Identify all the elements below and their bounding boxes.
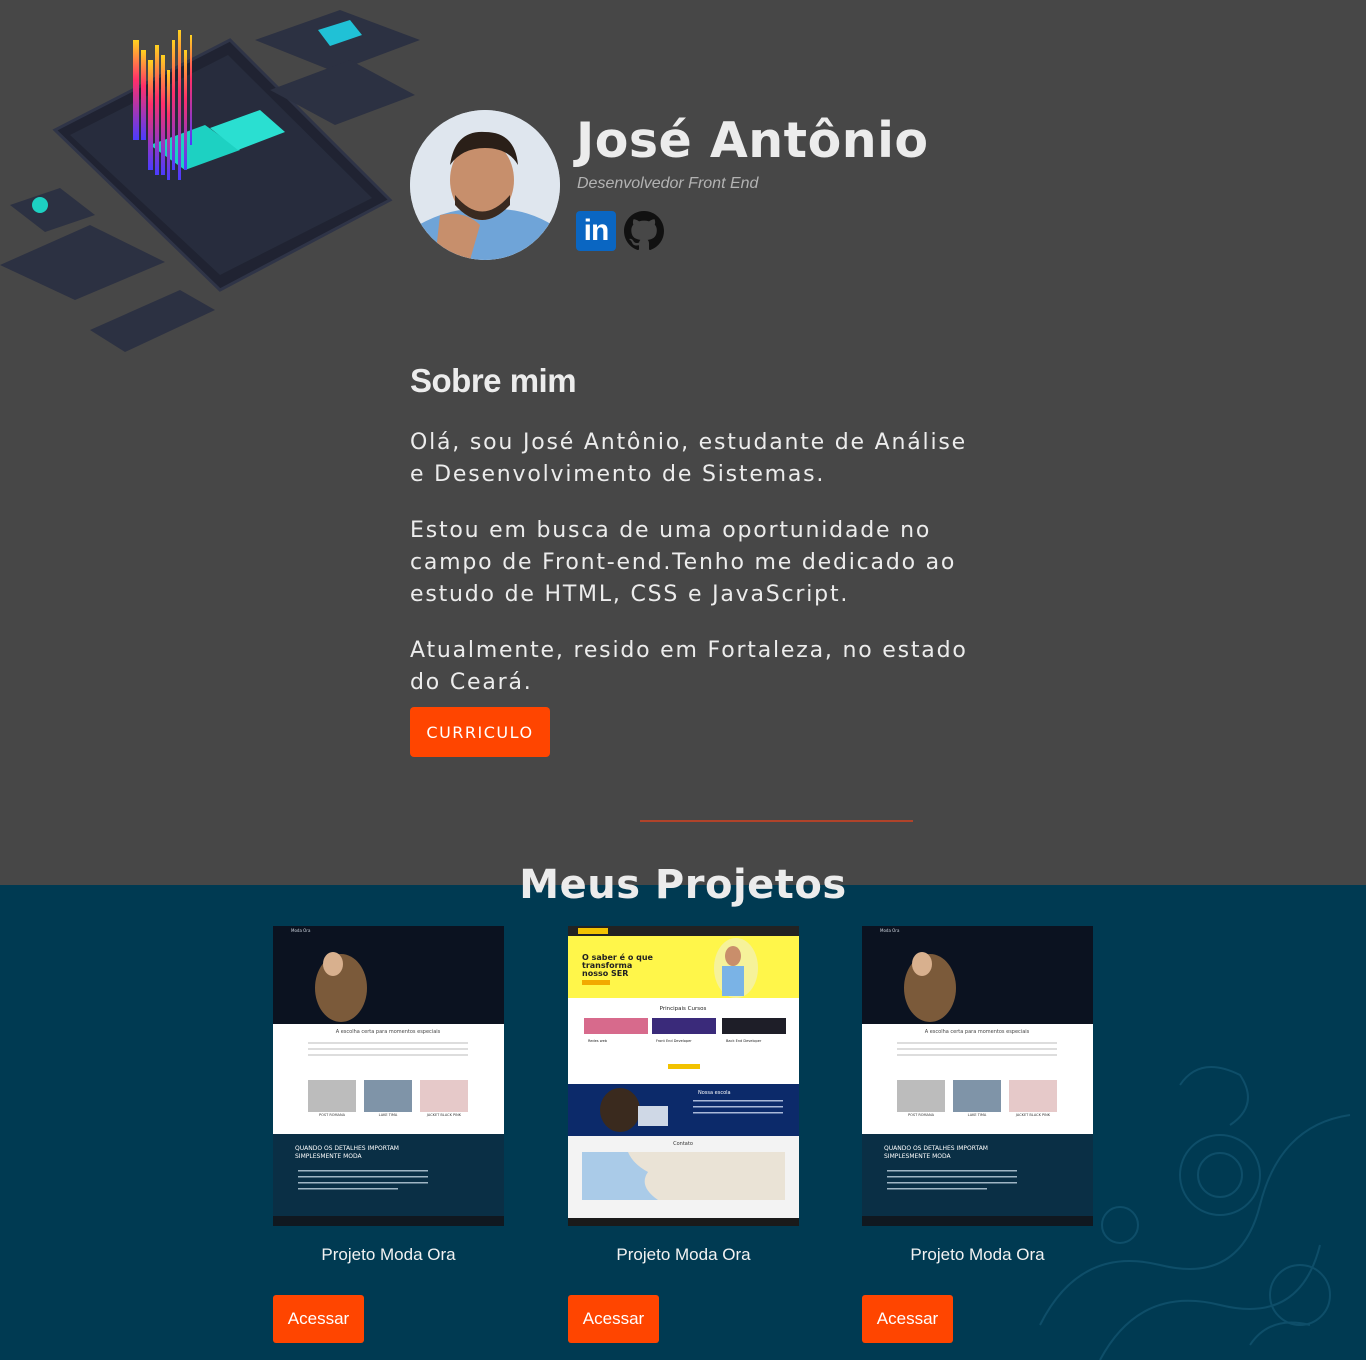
acessar-button[interactable]: Acessar [862,1295,953,1343]
about-title: Sobre mim [410,362,577,399]
hero-illustration [0,10,420,352]
svg-text:Moda Ora: Moda Ora [291,928,311,933]
project-title: Projeto Moda Ora [910,1245,1045,1264]
svg-text:Principais Cursos: Principais Cursos [660,1006,707,1012]
about-paragraph: Estou em busca de uma oportunidade no ca… [410,518,957,607]
project-title: Projeto Moda Ora [616,1245,751,1264]
svg-text:QUANDO OS DETALHES IMPORTAM: QUANDO OS DETALHES IMPORTAM [295,1145,399,1152]
svg-text:Front End Developer: Front End Developer [656,1039,692,1043]
svg-text:Nossa escola: Nossa escola [698,1090,731,1096]
curriculo-button[interactable]: CURRICULO [410,707,550,757]
svg-text:SIMPLESMENTE MODA: SIMPLESMENTE MODA [884,1153,952,1160]
project-thumbnail[interactable]: Moda Ora A escolha certa para momentos e… [273,926,504,1226]
acessar-button[interactable]: Acessar [568,1295,659,1343]
svg-text:Redes web: Redes web [588,1039,608,1043]
profile-role: Desenvolvedor Front End [577,175,759,192]
about-paragraph: Olá, sou José Antônio, estudante de Anál… [410,430,967,487]
svg-text:POST ROMANA: POST ROMANA [908,1113,935,1117]
svg-text:POST ROMANA: POST ROMANA [319,1113,346,1117]
project-card: Moda Ora A escolha certa para momentos e… [862,926,1093,1343]
project-card: Moda Ora A escolha certa para momentos e… [273,926,504,1343]
svg-text:A escolha certa para momentos: A escolha certa para momentos especiais [336,1029,441,1035]
project-thumbnail[interactable]: O saber é o que transforma nosso SER Pri… [568,926,799,1226]
project-title: Projeto Moda Ora [321,1245,456,1264]
svg-text:Moda Ora: Moda Ora [880,928,900,933]
svg-text:LAKE TIMA: LAKE TIMA [379,1113,398,1117]
svg-text:QUANDO OS DETALHES IMPORTAM: QUANDO OS DETALHES IMPORTAM [884,1145,988,1152]
about-paragraph: Atualmente, resido em Fortaleza, no esta… [410,638,968,695]
profile-name: José Antônio [576,112,929,169]
project-thumbnail[interactable]: Moda Ora A escolha certa para momentos e… [862,926,1093,1226]
project-card: O saber é o que transforma nosso SER Pri… [568,926,799,1343]
acessar-button[interactable]: Acessar [273,1295,364,1343]
svg-text:JACKET BLACK PINK: JACKET BLACK PINK [1015,1113,1051,1117]
github-icon[interactable] [624,211,664,251]
svg-text:Contato: Contato [673,1141,693,1147]
svg-text:SIMPLESMENTE MODA: SIMPLESMENTE MODA [295,1153,363,1160]
projects-title: Meus Projetos [519,862,847,908]
svg-text:JACKET BLACK PINK: JACKET BLACK PINK [426,1113,462,1117]
profile-avatar [410,110,560,260]
section-divider [640,820,913,822]
social-links: in [576,211,664,251]
svg-text:LAKE TIMA: LAKE TIMA [968,1113,987,1117]
svg-text:A escolha certa para momentos: A escolha certa para momentos especiais [925,1029,1030,1035]
svg-text:Back End Developer: Back End Developer [726,1039,762,1043]
about-section: José Antônio Desenvolvedor Front End in … [0,0,1366,885]
svg-text:nosso SER: nosso SER [582,969,628,978]
linkedin-icon[interactable]: in [576,211,616,251]
